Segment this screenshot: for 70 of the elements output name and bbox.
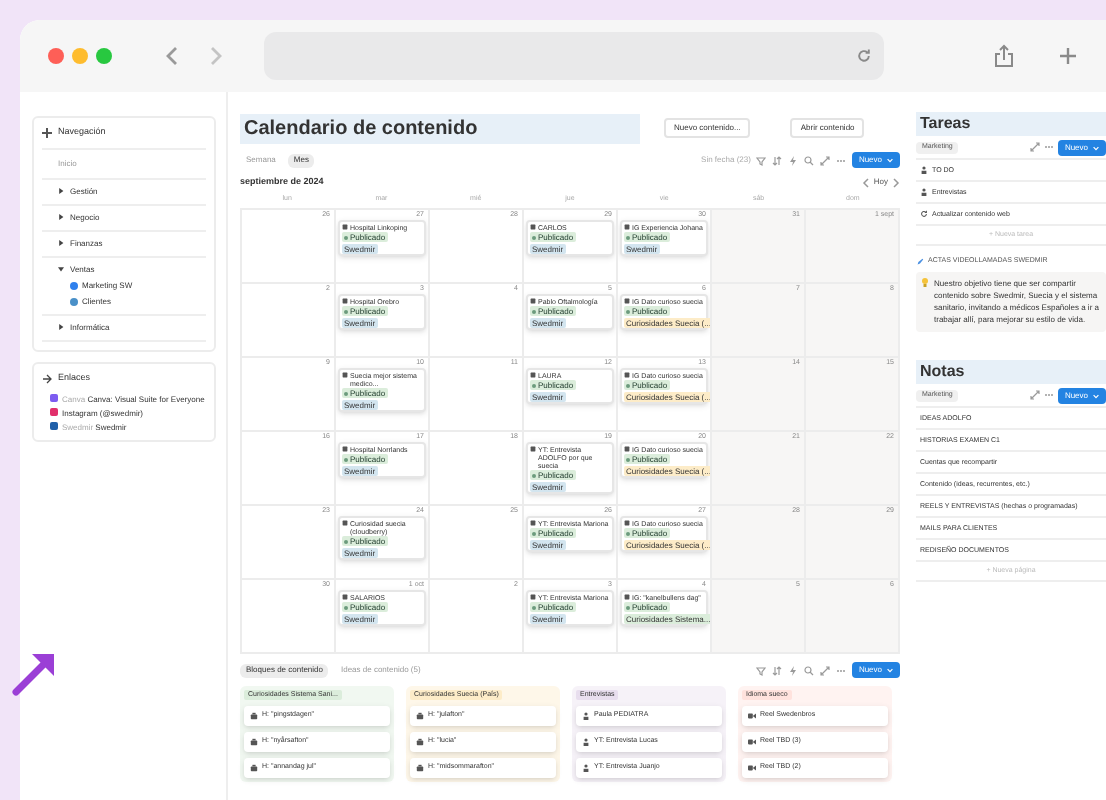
document-icon — [530, 520, 536, 526]
video-camera-icon — [748, 738, 756, 746]
maximize-button[interactable] — [96, 48, 112, 64]
caret-icon — [886, 666, 894, 674]
camera-icon — [250, 712, 258, 720]
document-icon — [342, 224, 348, 230]
document-icon — [530, 594, 536, 600]
sync-icon — [920, 210, 928, 218]
document-icon — [624, 594, 630, 600]
share-icon[interactable] — [994, 44, 1014, 68]
section-heading: Tareas — [916, 112, 1106, 136]
sort-icon[interactable] — [772, 155, 783, 165]
filter-icon[interactable] — [756, 155, 767, 165]
document-icon — [342, 520, 348, 526]
plus-icon[interactable] — [1058, 46, 1078, 66]
document-icon — [530, 372, 536, 378]
person-icon — [920, 188, 928, 196]
video-camera-icon — [748, 764, 756, 772]
lightbulb-icon — [922, 278, 928, 289]
camera-icon — [416, 712, 424, 720]
camera-icon — [416, 738, 424, 746]
document-icon — [624, 372, 630, 378]
document-icon — [342, 594, 348, 600]
pencil-icon — [916, 257, 924, 266]
caret-right-icon[interactable] — [58, 324, 64, 331]
caret-icon — [886, 156, 894, 164]
forward-icon[interactable] — [208, 46, 224, 66]
search-icon[interactable] — [804, 155, 815, 165]
document-icon — [530, 298, 536, 304]
person-icon — [582, 738, 590, 746]
expand-icon[interactable] — [820, 155, 831, 165]
caret-right-icon[interactable] — [58, 188, 64, 195]
lightning-icon[interactable] — [788, 665, 799, 675]
person-icon — [582, 764, 590, 772]
lightning-icon[interactable] — [788, 155, 799, 165]
close-button[interactable] — [48, 48, 64, 64]
page-title: Calendario de contenido — [240, 113, 640, 143]
expand-icon[interactable] — [820, 665, 831, 675]
minimize-button[interactable] — [72, 48, 88, 64]
expand-icon[interactable] — [1030, 390, 1041, 401]
person-icon — [920, 166, 928, 174]
camera-icon — [416, 764, 424, 772]
expand-icon[interactable] — [1030, 142, 1041, 152]
section-heading: Notas — [916, 360, 1106, 385]
sort-icon[interactable] — [772, 665, 783, 675]
document-icon — [624, 298, 630, 304]
filter-icon[interactable] — [756, 665, 767, 675]
document-icon — [342, 298, 348, 304]
document-icon — [624, 520, 630, 526]
person-icon — [582, 712, 590, 720]
caret-icon — [1092, 143, 1100, 151]
chevron-left-icon[interactable] — [861, 177, 870, 187]
caret-down-icon[interactable] — [58, 266, 64, 273]
document-icon — [342, 446, 348, 452]
back-icon[interactable] — [164, 46, 180, 66]
document-icon — [624, 224, 630, 230]
document-icon — [342, 372, 348, 378]
caret-icon — [1092, 391, 1100, 400]
reload-icon[interactable] — [856, 48, 872, 64]
document-icon — [530, 224, 536, 230]
document-icon — [624, 446, 630, 452]
arrow-right-icon — [42, 373, 52, 384]
camera-icon — [250, 764, 258, 772]
camera-icon — [250, 738, 258, 746]
document-icon — [530, 446, 536, 452]
caret-right-icon[interactable] — [58, 214, 64, 221]
video-camera-icon — [748, 712, 756, 720]
search-icon[interactable] — [804, 665, 815, 675]
caret-right-icon[interactable] — [58, 240, 64, 247]
chevron-right-icon[interactable] — [892, 177, 900, 187]
